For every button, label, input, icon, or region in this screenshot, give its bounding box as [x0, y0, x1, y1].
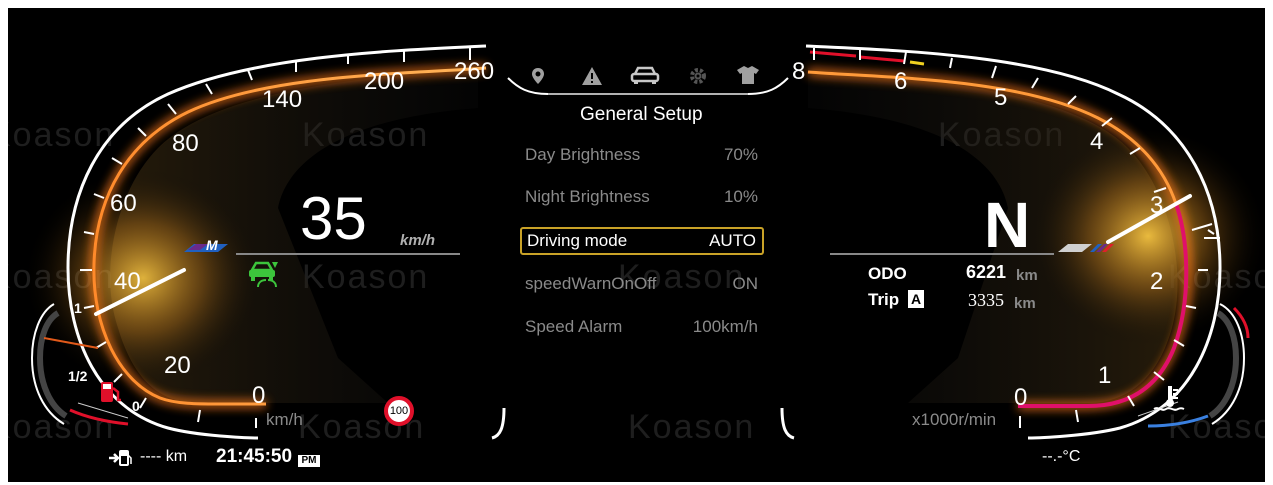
trip-value: 3335 — [968, 290, 1004, 310]
fuel-pump-icon — [98, 380, 124, 404]
rpm-tick-label: 8 — [792, 58, 806, 85]
clock-ampm: PM — [298, 455, 320, 467]
menu-item-value: 70% — [723, 145, 758, 164]
menu-item-value: 100km/h — [692, 317, 758, 336]
odo-label: ODO — [868, 264, 907, 283]
menu-item-value: AUTO — [709, 231, 756, 250]
clock-time: 21:45:50 — [216, 446, 293, 467]
gear-icon — [690, 68, 706, 84]
menu-item-speed-alarm[interactable]: Speed Alarm 100km/h — [520, 314, 764, 342]
rpm-scale-unit: x1000r/min — [912, 410, 997, 429]
trip-badge: A — [908, 290, 924, 308]
rpm-tick-label: 6 — [894, 68, 908, 95]
menu-item-label: Day Brightness — [525, 145, 641, 164]
outside-temperature: --.-°C — [1042, 448, 1081, 465]
gear-indicator: N — [984, 189, 1031, 261]
trip-label: Trip — [868, 290, 900, 309]
fuel-range-icon — [108, 448, 132, 468]
trip-unit: km — [1014, 295, 1036, 312]
shirt-icon — [737, 66, 759, 84]
odo-unit: km — [1016, 267, 1038, 284]
coolant-temp-icon — [1152, 384, 1186, 414]
speed-readout: 35 — [300, 185, 367, 252]
speed-tick-label: 60 — [110, 190, 137, 217]
menu-tab-warnings[interactable] — [580, 64, 604, 88]
speed-tick-label: 40 — [114, 268, 141, 295]
menu-item-label: speedWarnOnOff — [525, 274, 657, 293]
fuel-label-half: 1/2 — [68, 368, 88, 384]
fuel-label-full: 1 — [74, 300, 82, 316]
rpm-tick-label: 0 — [1014, 384, 1028, 411]
menu-item-speed-warn[interactable]: speedWarnOnOff ON — [520, 271, 764, 299]
menu-tab-vehicle[interactable] — [628, 62, 662, 88]
m-badge-text: M — [206, 237, 218, 253]
menu-item-driving-mode[interactable]: Driving mode AUTO — [520, 227, 764, 255]
rpm-tick-label: 1 — [1098, 362, 1112, 389]
menu-tab-settings[interactable] — [686, 64, 710, 88]
rpm-tick-label: 2 — [1150, 268, 1164, 295]
cluster-screen: Koason Koason Koason Koason Koason Koaso… — [8, 8, 1265, 482]
menu-item-value: 10% — [723, 187, 758, 206]
speed-unit-label: km/h — [400, 232, 436, 249]
warning-icon — [582, 67, 602, 85]
speed-tick-label: 140 — [262, 86, 303, 113]
speed-scale-unit: km/h — [266, 410, 303, 429]
speedometer-glow — [23, 168, 263, 388]
eco-drive-icon — [246, 260, 282, 288]
odo-value: 6221 — [966, 262, 1007, 282]
menu-item-night-brightness[interactable]: Night Brightness 10% — [520, 184, 764, 212]
speed-tick-label: 20 — [164, 352, 191, 379]
rpm-tick-label: 4 — [1090, 128, 1104, 155]
menu-item-label: Night Brightness — [525, 187, 650, 206]
speed-tick-label: 0 — [252, 382, 266, 409]
speed-limit-sign: 100 — [384, 396, 414, 426]
menu-tab-location[interactable] — [526, 64, 550, 88]
location-pin-icon — [532, 68, 544, 84]
menu-title: General Setup — [580, 104, 703, 125]
rpm-tick-label: 3 — [1150, 192, 1164, 219]
speed-tick-label: 80 — [172, 130, 199, 157]
menu-item-value: ON — [732, 274, 759, 293]
fuel-range-value: ---- km — [140, 448, 188, 465]
fuel-label-empty: 0 — [132, 398, 140, 414]
speed-limit-value: 100 — [389, 405, 409, 417]
menu-item-label: Speed Alarm — [525, 317, 623, 336]
car-icon — [630, 66, 660, 84]
rpm-tick-label: 5 — [994, 84, 1008, 111]
menu-item-day-brightness[interactable]: Day Brightness 70% — [520, 142, 764, 170]
speed-tick-label: 260 — [454, 58, 495, 85]
menu-item-label: Driving mode — [527, 231, 628, 250]
menu-tab-appearance[interactable] — [734, 62, 762, 88]
speed-tick-label: 200 — [364, 68, 405, 95]
